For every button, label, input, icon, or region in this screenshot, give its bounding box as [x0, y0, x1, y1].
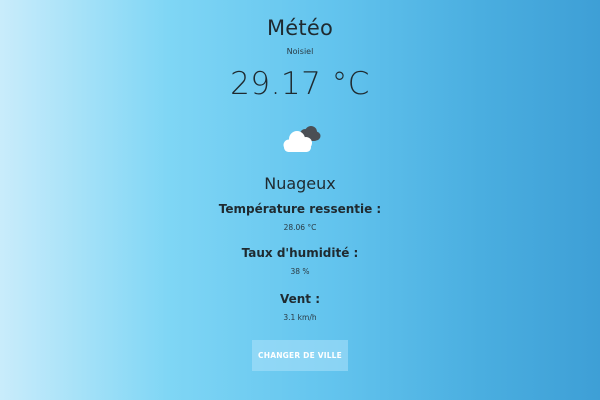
humidity-label: Taux d'humidité :	[241, 246, 359, 260]
change-city-button[interactable]: CHANGER DE VILLE	[252, 340, 348, 371]
feels-like-label: Température ressentie :	[218, 202, 382, 216]
cloud-icon	[278, 122, 322, 156]
city-name: Noisiel	[286, 47, 314, 56]
weather-description: Nuageux	[264, 174, 336, 193]
weather-app: Météo Noisiel 29.17 °C Nuageux Températu…	[0, 0, 600, 400]
humidity-value: 38 %	[290, 267, 310, 276]
page-title: Météo	[266, 16, 334, 40]
temperature-value: 29.17 °C	[230, 66, 370, 102]
wind-value: 3.1 km/h	[283, 313, 317, 322]
feels-like-value: 28.06 °C	[283, 223, 317, 232]
wind-label: Vent :	[279, 292, 321, 306]
